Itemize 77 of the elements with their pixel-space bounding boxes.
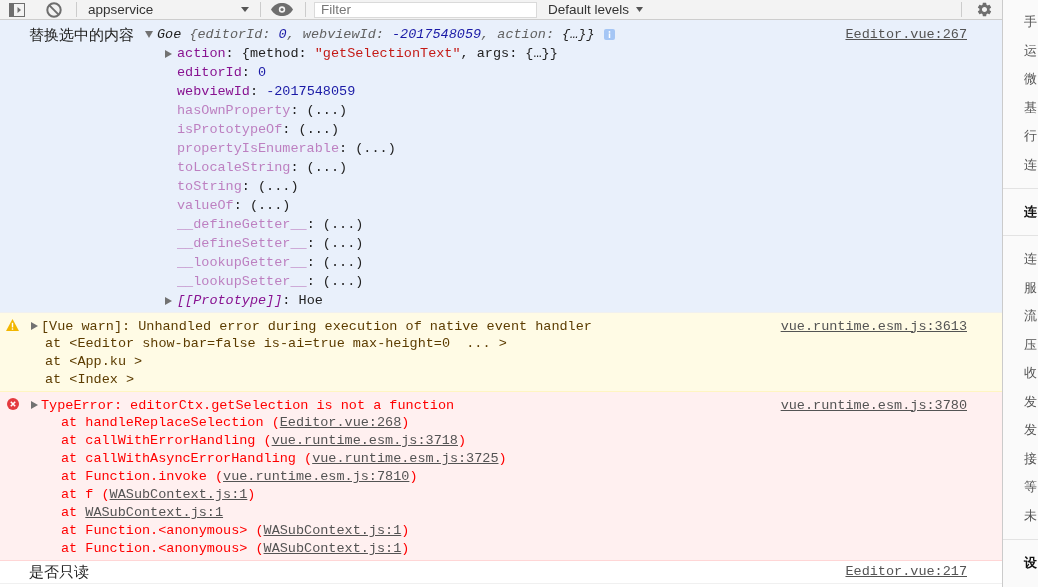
warning-icon [6,319,19,331]
error-icon [7,398,19,410]
property-text: toString: (...) [177,179,299,194]
property-text: action: {method: "getSelectionText", args: {…}} [177,46,558,61]
sidebar-item[interactable]: 服 [1003,273,1038,302]
source-link[interactable]: vue.runtime.esm.js:3725 [312,451,499,466]
property-text: valueOf: (...) [177,198,291,213]
property-text: editorId: 0 [177,65,267,80]
source-link[interactable]: WASubContext.js:1 [263,541,402,556]
stack-line: at Function.invoke (vue.runtime.esm.js:7810) [60,468,418,486]
stack-line: at Function.<anonymous> (WASubContext.js:1) [60,540,410,558]
context-dropdown[interactable]: appservice [88,1,252,18]
info-icon [603,29,615,40]
object-preview: Goe {editorId: 0, webviewId: -2017548059, action: {…}} [157,27,595,42]
caret-icon [241,7,249,12]
stack-line: at <App.ku > [44,353,143,371]
caret-down-icon[interactable] [145,31,153,38]
source-link[interactable]: Eeditor.vue:268 [279,415,402,430]
block-icon[interactable] [46,1,62,18]
eye-icon[interactable] [271,3,293,16]
message-label: 是否只读 [29,562,89,581]
stack-line: at Function.<anonymous> (WASubContext.js:1) [60,522,410,540]
property-text: __defineGetter__: (...) [177,217,364,232]
settings-icon[interactable] [976,1,993,18]
sidebar-item[interactable]: 微 [1003,65,1038,94]
source-link[interactable]: vue.runtime.esm.js:3718 [271,433,458,448]
levels-dropdown[interactable]: Default levels [548,1,647,18]
source-link[interactable]: vue.runtime.esm.js:7810 [223,469,410,484]
property-text: hasOwnProperty: (...) [177,103,348,118]
property-text: __lookupSetter__: (...) [177,274,364,289]
source-link[interactable]: WASubContext.js:1 [109,487,248,502]
caret-right-icon[interactable] [31,401,38,409]
sidebar-item[interactable]: 基 [1003,93,1038,122]
sidebar-item[interactable]: 行 [1003,122,1038,151]
sidebar-item[interactable]: 接 [1003,444,1038,473]
source-link[interactable]: vue.runtime.esm.js:3613 [770,318,967,334]
source-link[interactable]: Eeditor.vue:217 [835,564,967,579]
caret-icon [636,7,644,12]
source-link[interactable]: WASubContext.js:1 [263,523,402,538]
property-text: propertyIsEnumerable: (...) [177,141,396,156]
sidebar-item[interactable]: 收 [1003,359,1038,388]
sidebar-icon[interactable] [9,2,25,17]
sidebar-item[interactable]: 等 [1003,473,1038,502]
property-text: __lookupGetter__: (...) [177,255,364,270]
source-link[interactable]: vue.runtime.esm.js:3780 [770,397,967,413]
message-label: 替换选中的内容 [29,25,134,44]
property-text: __defineSetter__: (...) [177,236,364,251]
stack-line: at callWithErrorHandling (vue.runtime.esm.js:3718) [60,432,467,450]
property-text: [[Prototype]]: Hoe [177,293,323,308]
sidebar-item[interactable]: 手 [1003,8,1038,37]
sidebar-heading: 设 [1023,554,1038,572]
sidebar-item[interactable]: 连 [1003,150,1038,179]
stack-line: at callWithAsyncErrorHandling (vue.runtime.esm.js:3725) [60,450,507,468]
caret-right-icon[interactable] [165,49,172,58]
source-link[interactable]: Eeditor.vue:267 [835,27,967,42]
stack-line: at f (WASubContext.js:1) [60,486,256,504]
property-text: toLocaleString: (...) [177,160,348,175]
stack-line: at WASubContext.js:1 [60,504,224,522]
filter-field[interactable]: Filter [314,1,537,18]
stack-line: at <Index > [44,371,135,389]
sidebar-heading: 连 [1023,203,1038,221]
caret-right-icon[interactable] [31,322,38,330]
sidebar-item[interactable]: 未 [1003,501,1038,530]
sidebar-item[interactable]: 发 [1003,416,1038,445]
stack-line: at <Eeditor show-bar=false is-ai=true max-height=0 ... > [44,335,507,353]
sidebar-item[interactable]: 压 [1003,330,1038,359]
message-text: TypeError: editorCtx.getSelection is not a function [41,397,455,413]
stack-line: at handleReplaceSelection (Eeditor.vue:268) [60,414,410,432]
sidebar-item[interactable]: 连 [1003,245,1038,274]
property-text: webviewId: -2017548059 [177,84,356,99]
caret-right-icon[interactable] [165,296,172,305]
source-link[interactable]: WASubContext.js:1 [85,505,224,520]
sidebar-item[interactable]: 流 [1003,302,1038,331]
property-text: isPrototypeOf: (...) [177,122,340,137]
sidebar-item[interactable]: 发 [1003,387,1038,416]
message-text: [Vue warn]: Unhandled error during execution of native event handler [41,318,592,334]
sidebar-item[interactable]: 运 [1003,36,1038,65]
